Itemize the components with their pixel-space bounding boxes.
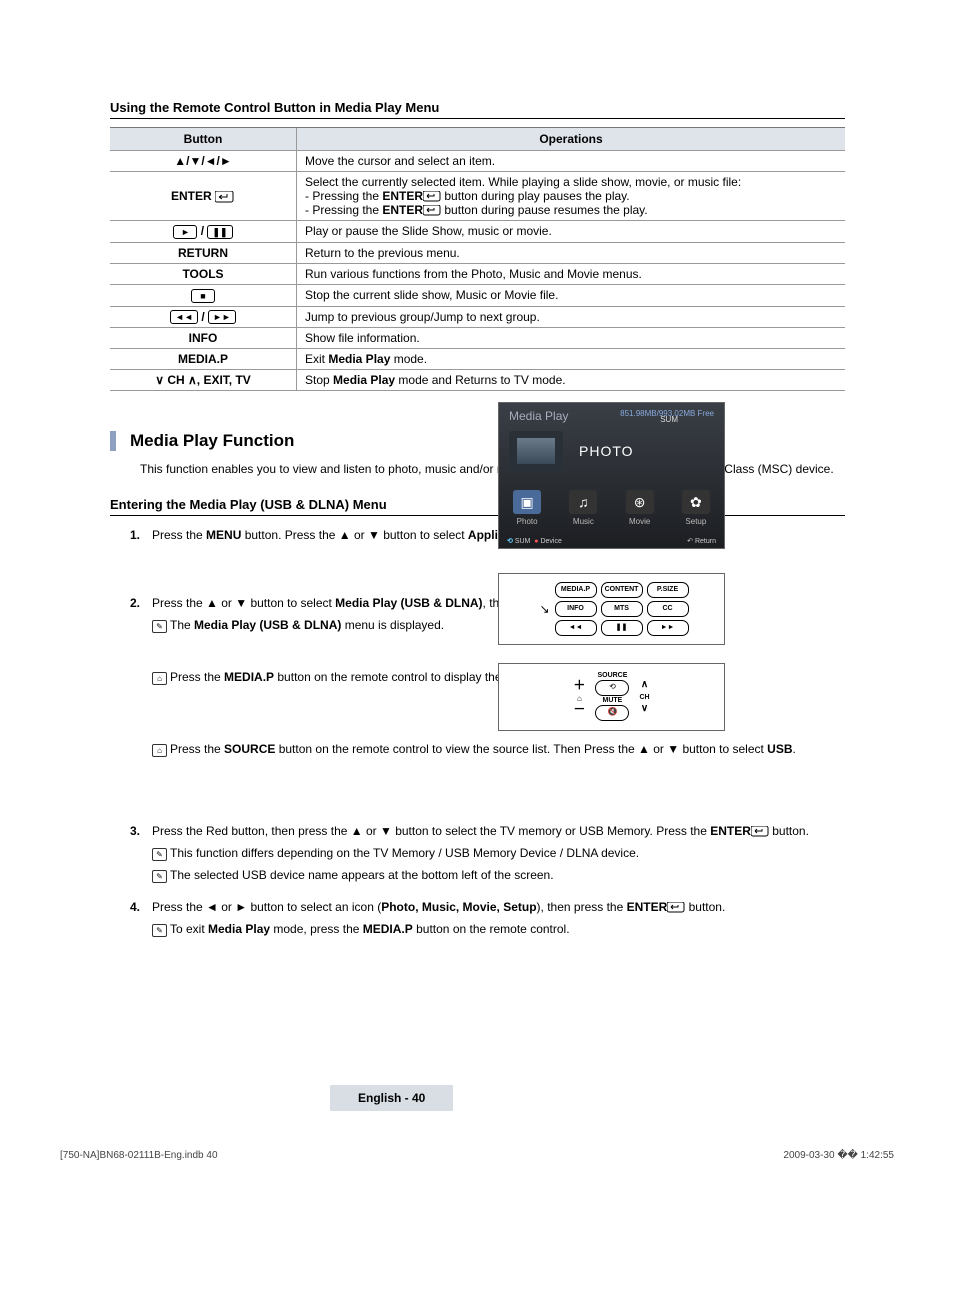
- photo-icon: ▣: [513, 490, 541, 514]
- ch-rocker-icon: ∧CH∨: [639, 679, 649, 715]
- remote-btn: MEDIA.P: [555, 582, 597, 598]
- tip-icon: ⌂: [152, 744, 167, 757]
- enter-icon: [423, 205, 441, 216]
- remote-btn: INFO: [555, 601, 597, 617]
- remote-mediap-screenshot: ↘ MEDIA.P CONTENT P.SIZE INFO MTS CC ◄◄ …: [498, 573, 725, 645]
- btn-stop: ■: [110, 284, 297, 306]
- mute-label: MUTE: [595, 697, 629, 704]
- button-operations-table: Button Operations ▲/▼/◄/► Move the curso…: [110, 127, 845, 391]
- remote-btn: CONTENT: [601, 582, 643, 598]
- op-cell: Return to the previous menu.: [297, 242, 846, 263]
- btn-tools: TOOLS: [110, 263, 297, 284]
- section-heading: Media Play Function: [110, 431, 845, 451]
- btn-ch-exit-tv: ∨ CH ∧, EXIT, TV: [110, 370, 297, 391]
- table-row: RETURN Return to the previous menu.: [110, 242, 845, 263]
- op-cell: Move the cursor and select an item.: [297, 151, 846, 172]
- th-button: Button: [110, 128, 297, 151]
- shot-sum-device: 851.98MB/993.02MB Free: [620, 409, 714, 418]
- print-footer-left: [750-NA]BN68-02111B-Eng.indb 40: [60, 1150, 218, 1161]
- remote-btn: ◄◄: [555, 620, 597, 636]
- note-icon: ✎: [152, 924, 167, 937]
- op-cell: Show file information.: [297, 328, 846, 349]
- vol-rocker-icon: ＋⌂－: [573, 679, 585, 715]
- remote-btn: CC: [647, 601, 689, 617]
- note-icon: ✎: [152, 870, 167, 883]
- tip-icon: ⌂: [152, 672, 167, 685]
- remote-pointer-icon: ↘: [535, 596, 555, 622]
- media-play-screenshot: Media Play SUM 851.98MB/993.02MB Free PH…: [498, 402, 725, 549]
- mute-btn-icon: 🔇: [595, 705, 629, 721]
- table-row: ► / ❚❚ Play or pause the Slide Show, mus…: [110, 221, 845, 243]
- enter-icon: [667, 902, 685, 913]
- op-cell: Stop Media Play mode and Returns to TV m…: [297, 370, 846, 391]
- shot-tab-movie: ⊛Movie: [626, 490, 654, 526]
- btn-info: INFO: [110, 328, 297, 349]
- print-footer-right: 2009-03-30 �� 1:42:55: [783, 1150, 894, 1161]
- shot-tab-photo: ▣Photo: [513, 490, 541, 526]
- note-icon: ✎: [152, 848, 167, 861]
- movie-icon: ⊛: [626, 490, 654, 514]
- step-4: 4. Press the ◄ or ► button to select an …: [130, 898, 845, 938]
- intro-paragraph: This function enables you to view and li…: [140, 461, 845, 478]
- enter-icon: [423, 191, 441, 202]
- table-row: INFO Show file information.: [110, 328, 845, 349]
- table-row: MEDIA.P Exit Media Play mode.: [110, 349, 845, 370]
- btn-arrows: ▲/▼/◄/►: [110, 151, 297, 172]
- op-cell: Exit Media Play mode.: [297, 349, 846, 370]
- op-cell: Play or pause the Slide Show, music or m…: [297, 221, 846, 243]
- btn-skip: ◄◄ / ►►: [110, 306, 297, 328]
- op-cell: Jump to previous group/Jump to next grou…: [297, 306, 846, 328]
- op-cell: Select the currently selected item. Whil…: [297, 172, 846, 221]
- shot-photo-label: PHOTO: [579, 443, 634, 459]
- table-row: ◄◄ / ►► Jump to previous group/Jump to n…: [110, 306, 845, 328]
- remote-btn: ❚❚: [601, 620, 643, 636]
- shot-tab-setup: ✿Setup: [682, 490, 710, 526]
- heading-text: Media Play Function: [130, 431, 294, 451]
- table-row: ■ Stop the current slide show, Music or …: [110, 284, 845, 306]
- shot-title: Media Play: [509, 409, 568, 423]
- step-2: 2. Press the ▲ or ▼ button to select Med…: [130, 594, 845, 758]
- gear-icon: ✿: [682, 490, 710, 514]
- step-1: 1. Press the MENU button. Press the ▲ or…: [130, 526, 845, 544]
- table-row: ▲/▼/◄/► Move the cursor and select an it…: [110, 151, 845, 172]
- th-operations: Operations: [297, 128, 846, 151]
- btn-enter: ENTER: [110, 172, 297, 221]
- step-3: 3. Press the Red button, then press the …: [130, 822, 845, 884]
- page-footer: English - 40: [330, 1085, 453, 1111]
- heading-bar-icon: [110, 431, 116, 451]
- enter-icon: [751, 826, 769, 837]
- table-row: ∨ CH ∧, EXIT, TV Stop Media Play mode an…: [110, 370, 845, 391]
- enter-icon: [215, 191, 235, 203]
- btn-return: RETURN: [110, 242, 297, 263]
- table-row: TOOLS Run various functions from the Pho…: [110, 263, 845, 284]
- table-row: ENTER Select the currently selected item…: [110, 172, 845, 221]
- btn-mediap: MEDIA.P: [110, 349, 297, 370]
- remote-btn: P.SIZE: [647, 582, 689, 598]
- section-title-remote: Using the Remote Control Button in Media…: [110, 100, 845, 119]
- op-cell: Run various functions from the Photo, Mu…: [297, 263, 846, 284]
- source-label: SOURCE: [595, 672, 629, 679]
- op-cell: Stop the current slide show, Music or Mo…: [297, 284, 846, 306]
- subsection-title: Entering the Media Play (USB & DLNA) Men…: [110, 497, 845, 516]
- shot-tab-music: ♫Music: [569, 490, 597, 526]
- shot-photo-thumb: [509, 431, 563, 471]
- source-btn-icon: ⟲: [595, 680, 629, 696]
- note-icon: ✎: [152, 620, 167, 633]
- music-icon: ♫: [569, 490, 597, 514]
- remote-btn: MTS: [601, 601, 643, 617]
- btn-playpause: ► / ❚❚: [110, 221, 297, 243]
- remote-source-screenshot: ＋⌂－ SOURCE ⟲ MUTE 🔇 ∧CH∨: [498, 663, 725, 731]
- remote-btn: ►►: [647, 620, 689, 636]
